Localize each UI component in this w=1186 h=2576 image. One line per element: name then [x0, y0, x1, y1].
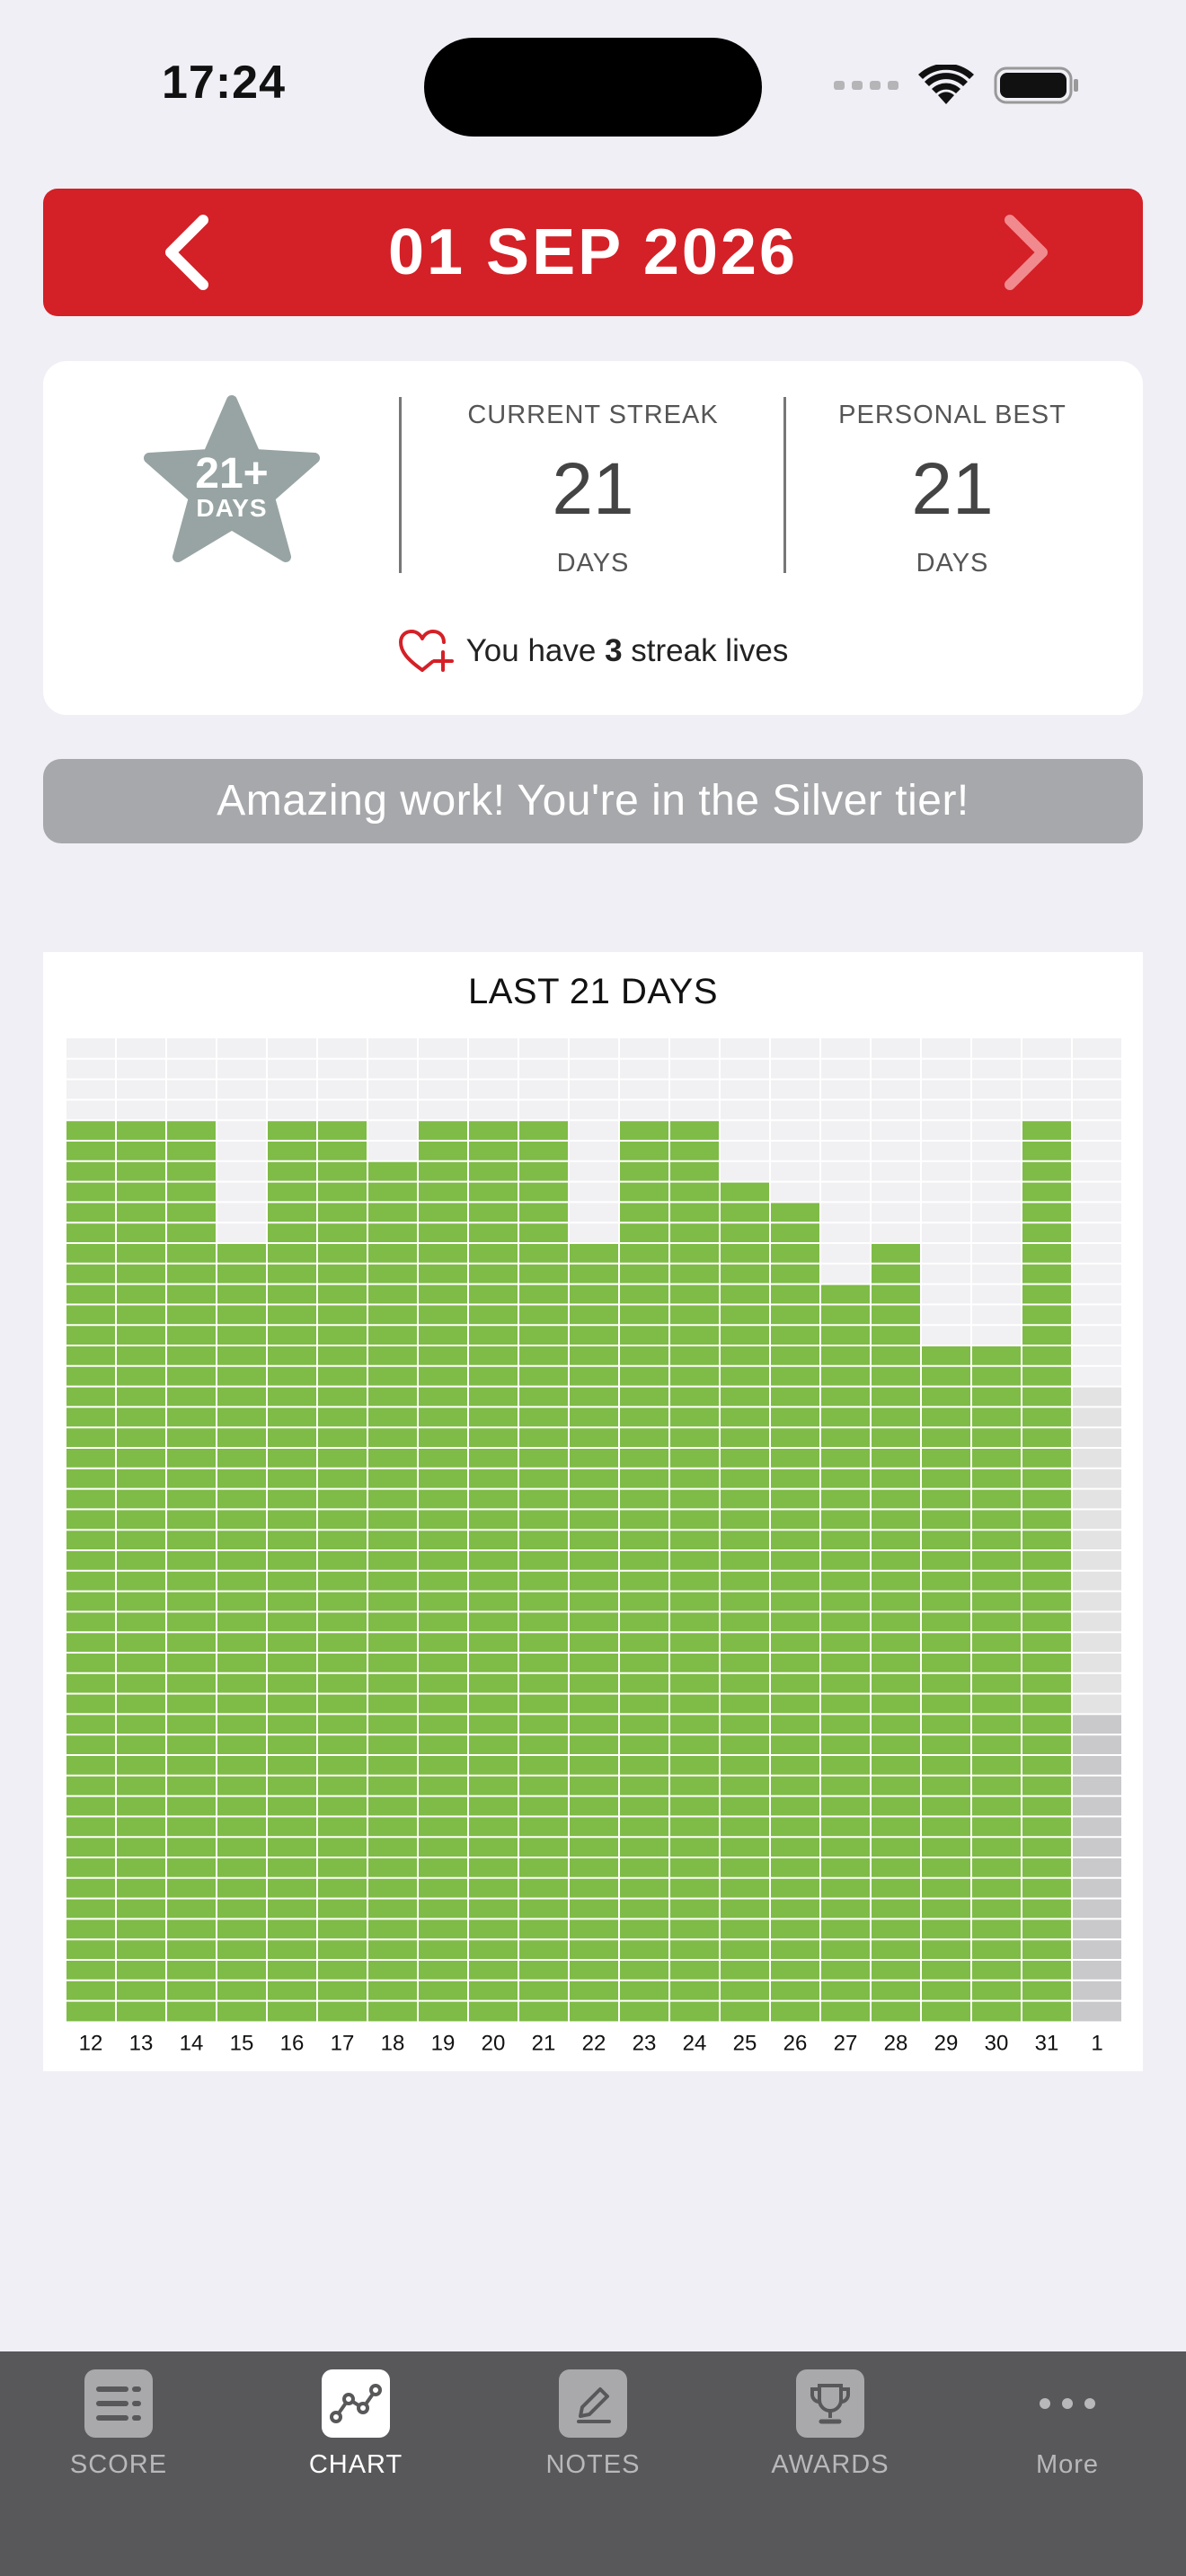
- personal-best-unit: DAYS: [916, 549, 989, 578]
- chart-bar: [972, 1345, 1021, 2022]
- status-time: 17:24: [162, 57, 286, 109]
- tab-label: More: [1035, 2450, 1100, 2479]
- x-tick-label: 25: [733, 2031, 757, 2055]
- x-tick-label: 19: [431, 2031, 456, 2055]
- x-tick-label: 23: [633, 2031, 657, 2055]
- x-tick-label: 27: [834, 2031, 858, 2055]
- x-tick-label: 1: [1091, 2031, 1102, 2055]
- x-tick-label: 31: [1035, 2031, 1059, 2055]
- x-tick-label: 14: [180, 2031, 204, 2055]
- tier-banner: Amazing work! You're in the Silver tier!: [43, 759, 1143, 843]
- x-tick-label: 21: [532, 2031, 556, 2055]
- current-streak-label: CURRENT STREAK: [467, 401, 719, 429]
- chart-plot: 12 13 14 15 16 17 18 19 20 21 22 23 24 25 26 27 28 29 30 31…: [66, 1038, 1121, 2055]
- heart-plus-icon: [398, 630, 454, 672]
- cellular-signal-icon: [834, 81, 898, 90]
- x-tick-label: 16: [280, 2031, 305, 2055]
- x-tick-label: 22: [582, 2031, 606, 2055]
- personal-best-value: 21: [911, 448, 994, 530]
- date-navigator: 01 SEP 2026: [43, 189, 1143, 316]
- current-streak: CURRENT STREAK 21 DAYS: [422, 401, 764, 578]
- dynamic-island: [424, 38, 762, 137]
- streak-chart: LAST 21 DAYS 12 13 14 15 16 17 18 19 20 21 22 23 24 2…: [43, 952, 1143, 2071]
- personal-best-label: PERSONAL BEST: [838, 401, 1067, 429]
- badge-unit: DAYS: [196, 494, 268, 522]
- lives-suffix: streak lives: [622, 633, 789, 668]
- x-tick-label: 12: [79, 2031, 103, 2055]
- chart-bar: [1073, 1714, 1121, 2022]
- tab-more[interactable]: More: [949, 2351, 1186, 2504]
- more-dots-icon: [1033, 2369, 1102, 2438]
- current-streak-value: 21: [552, 448, 634, 530]
- x-tick-label: 17: [331, 2031, 355, 2055]
- status-icons: [834, 65, 1080, 106]
- x-tick-label: 15: [230, 2031, 254, 2055]
- lives-count: 3: [605, 633, 623, 668]
- chart-bar: [922, 1345, 970, 2022]
- divider: [399, 397, 402, 573]
- wifi-icon: [918, 65, 974, 104]
- next-day-button[interactable]: [963, 189, 1089, 316]
- x-tick-label: 26: [783, 2031, 808, 2055]
- streak-badge: 21+ DAYS: [142, 393, 322, 568]
- personal-best: PERSONAL BEST 21 DAYS: [782, 401, 1123, 578]
- tab-awards[interactable]: AWARDS: [712, 2351, 949, 2504]
- lives-prefix: You have: [465, 633, 606, 668]
- x-tick-label: 29: [934, 2031, 959, 2055]
- tab-bar: SCORE CHART NOTES AWARDS More: [0, 2351, 1186, 2576]
- tab-notes[interactable]: NOTES: [474, 2351, 712, 2504]
- chart-line-icon: [322, 2369, 390, 2438]
- score-list-icon: [84, 2369, 153, 2438]
- trophy-icon: [796, 2369, 864, 2438]
- pencil-icon: [559, 2369, 627, 2438]
- chart-bar: [721, 1181, 769, 2022]
- tab-label: AWARDS: [771, 2450, 890, 2479]
- x-tick-label: 13: [129, 2031, 154, 2055]
- tab-label: SCORE: [69, 2450, 168, 2479]
- current-streak-unit: DAYS: [556, 549, 630, 578]
- battery-icon: [994, 66, 1078, 104]
- streak-lives: You have 3 streak lives: [43, 629, 1143, 674]
- x-tick-label: 28: [884, 2031, 908, 2055]
- tab-score[interactable]: SCORE: [0, 2351, 237, 2504]
- badge-number: 21+: [195, 450, 269, 498]
- x-tick-label: 24: [683, 2031, 707, 2055]
- tab-label: CHART: [308, 2450, 403, 2479]
- x-tick-label: 18: [381, 2031, 405, 2055]
- x-tick-label: 30: [985, 2031, 1009, 2055]
- x-tick-label: 20: [482, 2031, 506, 2055]
- chevron-right-icon: [1005, 215, 1048, 290]
- tab-label: NOTES: [545, 2450, 641, 2479]
- tab-chart[interactable]: CHART: [237, 2351, 474, 2504]
- streak-card: 21+ DAYS CURRENT STREAK 21 DAYS PERSONAL…: [43, 361, 1143, 715]
